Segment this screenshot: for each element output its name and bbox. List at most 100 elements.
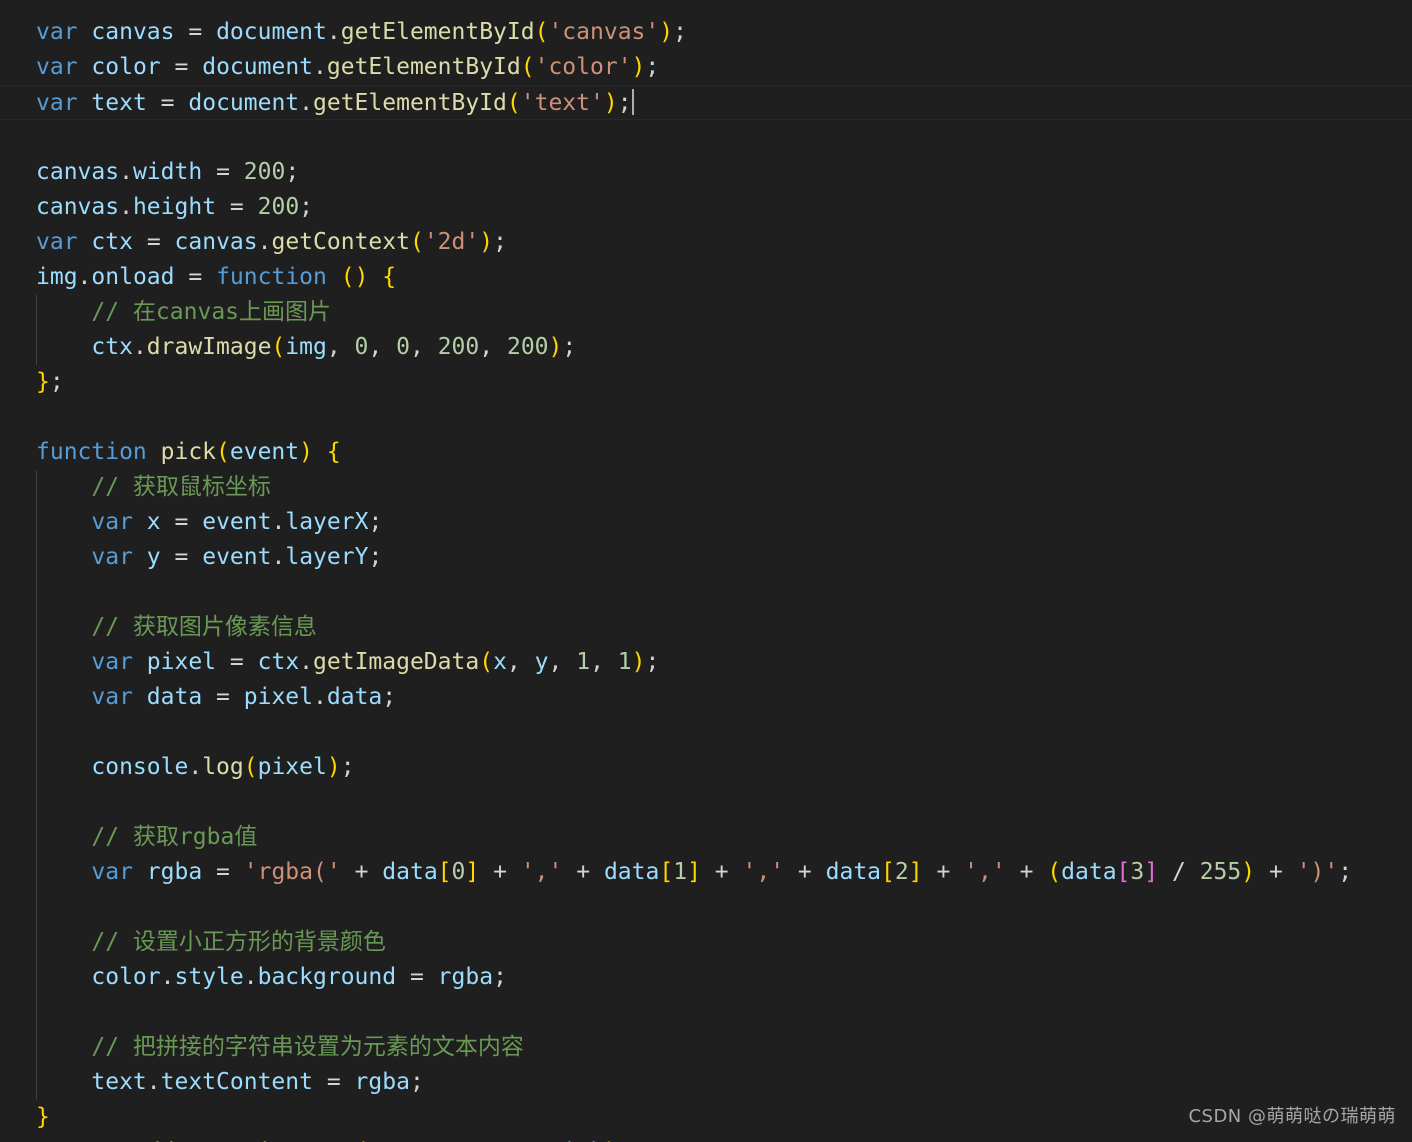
property-layerx: layerX	[285, 509, 369, 535]
semicolon: ;	[1338, 859, 1353, 885]
property-width: width	[132, 159, 203, 185]
comma: ,	[479, 334, 494, 360]
operator-concat: +	[493, 859, 507, 885]
arg-pixel: pixel	[257, 754, 327, 780]
property-data: data	[326, 684, 383, 710]
bracket-open: [	[881, 859, 895, 885]
code-line-15[interactable]: var x = event.layerX;	[0, 505, 1412, 540]
code-line-20[interactable]: var data = pixel.data;	[0, 680, 1412, 715]
code-line-21-blank[interactable]	[0, 715, 1412, 750]
group-paren-close: )	[1241, 859, 1256, 885]
text-caret	[631, 89, 634, 115]
dot-punct: .	[299, 90, 314, 116]
comma: ,	[409, 334, 424, 360]
code-line-18-comment[interactable]: // 获取图片像素信息	[0, 610, 1412, 645]
operator-assign: =	[174, 54, 189, 80]
code-line-13[interactable]: function pick(event) {	[0, 435, 1412, 470]
code-line-4-blank[interactable]	[0, 120, 1412, 155]
code-line-1[interactable]: var canvas = document.getElementById('ca…	[0, 15, 1412, 50]
operator-assign: =	[216, 684, 230, 710]
code-line-17-blank[interactable]	[0, 575, 1412, 610]
group-paren-open: (	[1047, 859, 1062, 885]
operator-concat: +	[1019, 859, 1034, 885]
code-line-7[interactable]: var ctx = canvas.getContext('2d');	[0, 225, 1412, 260]
identifier-canvas: canvas	[174, 229, 258, 255]
semicolon: ;	[562, 334, 577, 360]
code-line-25[interactable]: var rgba = 'rgba(' + data[0] + ',' + dat…	[0, 855, 1412, 890]
brace-close: }	[36, 369, 50, 395]
code-line-32[interactable]: }	[0, 1100, 1412, 1135]
code-line-10[interactable]: ctx.drawImage(img, 0, 0, 200, 200);	[0, 330, 1412, 365]
code-line-30-comment[interactable]: // 把拼接的字符串设置为元素的文本内容	[0, 1030, 1412, 1065]
identifier-document: document	[202, 54, 314, 80]
dot-punct: .	[243, 964, 258, 990]
code-editor[interactable]: var canvas = document.getElementById('ca…	[0, 0, 1412, 1142]
code-line-16[interactable]: var y = event.layerY;	[0, 540, 1412, 575]
code-line-29-blank[interactable]	[0, 995, 1412, 1030]
dot-punct: .	[257, 229, 272, 255]
keyword-var: var	[36, 229, 78, 255]
dot-punct: .	[160, 964, 175, 990]
comment-get-mouse-coords: // 获取鼠标坐标	[91, 474, 271, 500]
comment-get-pixel-info: // 获取图片像素信息	[91, 614, 317, 640]
code-line-19[interactable]: var pixel = ctx.getImageData(x, y, 1, 1)…	[0, 645, 1412, 680]
comma: ,	[506, 649, 521, 675]
code-line-27-comment[interactable]: // 设置小正方形的背景颜色	[0, 925, 1412, 960]
code-line-9-comment[interactable]: // 在canvas上画图片	[0, 295, 1412, 330]
code-line-8[interactable]: img.onload = function () {	[0, 260, 1412, 295]
code-line-22[interactable]: console.log(pixel);	[0, 750, 1412, 785]
operator-assign: =	[229, 649, 244, 675]
identifier-y: y	[146, 544, 161, 570]
code-line-31[interactable]: text.textContent = rgba;	[0, 1065, 1412, 1100]
code-line-28[interactable]: color.style.background = rgba;	[0, 960, 1412, 995]
number-literal: 200	[257, 194, 300, 220]
code-line-12-blank[interactable]	[0, 400, 1412, 435]
code-line-24-comment[interactable]: // 获取rgba值	[0, 820, 1412, 855]
keyword-var: var	[91, 684, 133, 710]
index-3: 3	[1130, 859, 1145, 885]
operator-concat: +	[797, 859, 812, 885]
bracket-open: [	[437, 859, 452, 885]
property-background: background	[257, 964, 397, 990]
string-comma-2: ','	[742, 859, 785, 885]
code-line-23-blank[interactable]	[0, 785, 1412, 820]
arg-h: 200	[506, 334, 549, 360]
bracket-close: ]	[908, 859, 923, 885]
identifier-canvas: canvas	[36, 194, 120, 220]
brace-open: {	[326, 439, 341, 465]
property-style: style	[174, 964, 244, 990]
method-getimagedata: getImageData	[313, 649, 480, 675]
dot-punct: .	[77, 264, 92, 290]
code-line-26-blank[interactable]	[0, 890, 1412, 925]
paren-close: )	[603, 90, 618, 116]
identifier-document: document	[188, 90, 300, 116]
code-line-3-active[interactable]: var text = document.getElementById('text…	[0, 85, 1412, 120]
identifier-data: data	[603, 859, 660, 885]
paren-pair: ()	[340, 264, 369, 290]
arg-x: x	[493, 649, 507, 675]
operator-assign: =	[146, 229, 161, 255]
identifier-document: document	[216, 19, 327, 45]
comma: ,	[548, 649, 563, 675]
code-content[interactable]: var canvas = document.getElementById('ca…	[0, 15, 1412, 1142]
dot-punct: .	[119, 194, 133, 220]
semicolon: ;	[617, 90, 632, 116]
method-getelementbyid: getElementById	[313, 90, 507, 116]
method-getelementbyid: getElementById	[326, 54, 521, 80]
code-line-33[interactable]: canvas.addEventListener('mousemove', pic…	[0, 1135, 1412, 1142]
code-line-6[interactable]: canvas.height = 200;	[0, 190, 1412, 225]
bracket-open: [	[659, 859, 674, 885]
index-2: 2	[894, 859, 909, 885]
operator-assign: =	[216, 159, 230, 185]
bracket-close: ]	[465, 859, 480, 885]
semicolon: ;	[493, 229, 507, 255]
code-line-2[interactable]: var color = document.getElementById('col…	[0, 50, 1412, 85]
code-line-14-comment[interactable]: // 获取鼠标坐标	[0, 470, 1412, 505]
dot-punct: .	[299, 649, 314, 675]
identifier-canvas: canvas	[91, 19, 175, 45]
code-line-11[interactable]: };	[0, 365, 1412, 400]
property-textcontent: textContent	[160, 1069, 313, 1095]
code-line-5[interactable]: canvas.width = 200;	[0, 155, 1412, 190]
operator-assign: =	[160, 90, 175, 116]
arg-w: 1	[576, 649, 591, 675]
